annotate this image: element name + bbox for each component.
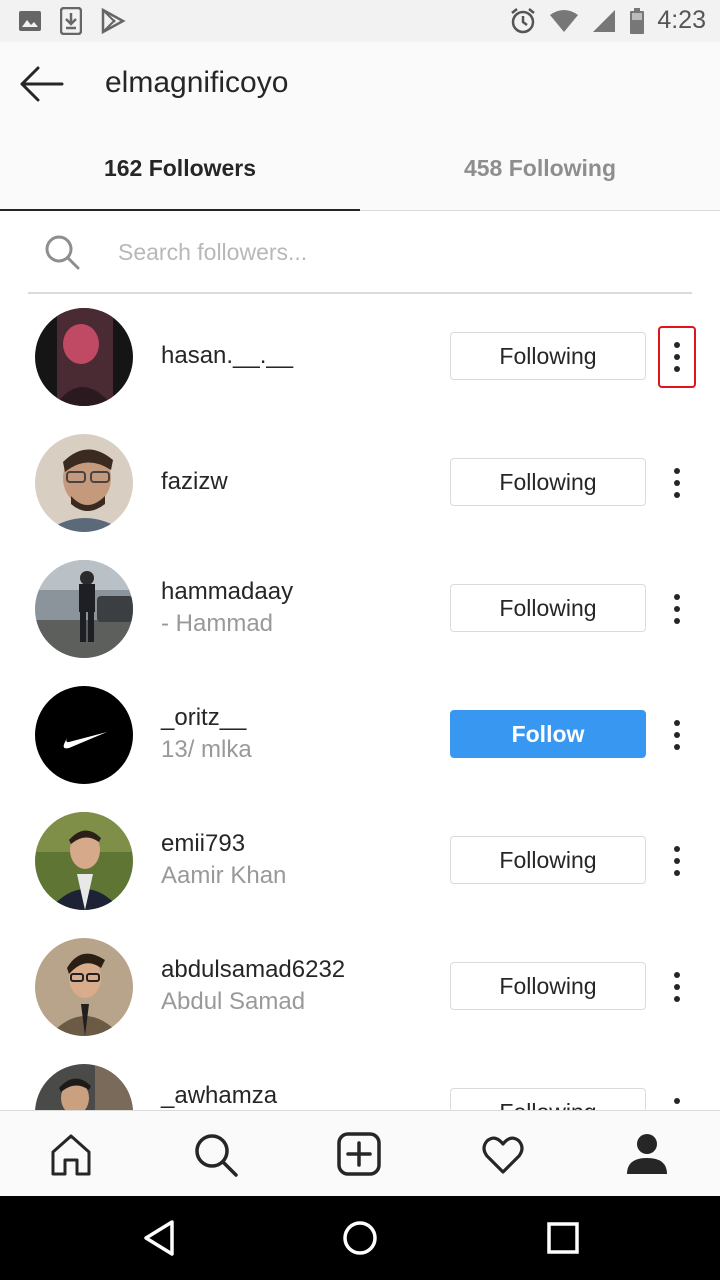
full-name: Aamir Khan [161, 862, 287, 889]
play-store-icon [101, 8, 126, 34]
dot [674, 984, 680, 990]
dot [674, 732, 680, 738]
nav-profile[interactable] [623, 1130, 671, 1178]
dot [674, 846, 680, 852]
tab-following[interactable]: 458 Following [360, 126, 720, 211]
list-item[interactable]: _oritz__ 13/ mlka Follow [0, 672, 720, 798]
list-item[interactable]: hammadaay - Hammad Following [0, 546, 720, 672]
following-button[interactable]: Following [450, 1088, 646, 1110]
list-item[interactable]: abdulsamad6232 Abdul Samad Following [0, 924, 720, 1050]
dot [674, 606, 680, 612]
dot [674, 342, 680, 348]
follow-button[interactable]: Follow [450, 710, 646, 758]
dot [674, 492, 680, 498]
header: elmagnificoyo [0, 42, 720, 126]
tab-followers[interactable]: 162 Followers [0, 126, 360, 211]
avatar[interactable] [35, 560, 133, 658]
home-icon [51, 1134, 91, 1176]
dot [674, 354, 680, 360]
system-home-button[interactable] [340, 1218, 380, 1258]
dot [674, 366, 680, 372]
heart-icon [482, 1136, 524, 1174]
username[interactable]: hammadaay [161, 578, 293, 606]
list-item[interactable]: hasan.__.__ Following [0, 294, 720, 420]
dot [674, 996, 680, 1002]
following-button[interactable]: Following [450, 332, 646, 380]
nav-home[interactable] [47, 1130, 95, 1178]
wifi-icon [550, 9, 579, 32]
triangle-back-icon [144, 1220, 174, 1256]
bottom-nav [0, 1110, 720, 1196]
dot [674, 858, 680, 864]
status-bar: 4:23 [0, 0, 720, 42]
back-arrow-icon [20, 66, 64, 102]
dot [674, 720, 680, 726]
more-options-button[interactable] [658, 452, 696, 514]
avatar[interactable] [35, 308, 133, 406]
username[interactable]: fazizw [161, 468, 228, 496]
nav-activity[interactable] [479, 1130, 527, 1178]
nav-search[interactable] [191, 1130, 239, 1178]
avatar[interactable] [35, 686, 133, 784]
following-button[interactable]: Following [450, 962, 646, 1010]
full-name: Abdul Samad [161, 988, 306, 1015]
alarm-icon [511, 7, 536, 33]
more-options-button[interactable] [658, 704, 696, 766]
username[interactable]: emii793 [161, 830, 245, 858]
list-item[interactable]: emii793 Aamir Khan Following [0, 798, 720, 924]
more-options-button[interactable] [658, 956, 696, 1018]
dot [674, 972, 680, 978]
more-options-button[interactable] [658, 1082, 696, 1110]
username[interactable]: _awhamza [161, 1082, 277, 1110]
dot [674, 468, 680, 474]
search-bar [28, 212, 692, 294]
search-icon [195, 1134, 238, 1177]
following-button[interactable]: Following [450, 458, 646, 506]
back-button[interactable] [18, 62, 64, 106]
profile-icon [627, 1134, 667, 1174]
dot [674, 480, 680, 486]
username[interactable]: _oritz__ [161, 704, 246, 732]
system-nav-bar [0, 1196, 720, 1280]
signal-icon [593, 9, 616, 32]
battery-icon [630, 7, 645, 34]
avatar[interactable] [35, 434, 133, 532]
clock: 4:23 [657, 6, 706, 34]
system-back-button[interactable] [140, 1218, 180, 1258]
full-name: 13/ mlka [161, 736, 252, 763]
following-button[interactable]: Following [450, 584, 646, 632]
username[interactable]: abdulsamad6232 [161, 956, 345, 984]
tab-bar: 162 Followers 458 Following [0, 126, 720, 211]
search-input[interactable] [118, 232, 658, 272]
list-item[interactable]: _awhamza Following [0, 1050, 720, 1110]
list-item[interactable]: fazizw Following [0, 420, 720, 546]
page-title: elmagnificoyo [105, 66, 289, 99]
more-options-button[interactable] [658, 578, 696, 640]
username[interactable]: hasan.__.__ [161, 342, 293, 370]
dot [674, 618, 680, 624]
dot [674, 870, 680, 876]
dot [674, 594, 680, 600]
avatar[interactable] [35, 812, 133, 910]
dot [674, 1098, 680, 1104]
circle-home-icon [343, 1221, 377, 1255]
more-options-button[interactable] [658, 326, 696, 388]
followers-list: hasan.__.__ Following fazizw Following h… [0, 294, 720, 1110]
following-button[interactable]: Following [450, 836, 646, 884]
avatar[interactable] [35, 1064, 133, 1110]
download-icon [60, 7, 82, 35]
full-name: - Hammad [161, 610, 274, 637]
search-icon [45, 235, 80, 270]
system-recents-button[interactable] [543, 1218, 583, 1258]
add-icon [337, 1132, 381, 1176]
avatar[interactable] [35, 938, 133, 1036]
gallery-icon [19, 11, 41, 31]
square-recents-icon [547, 1222, 579, 1254]
nav-add[interactable] [335, 1130, 383, 1178]
more-options-button[interactable] [658, 830, 696, 892]
dot [674, 744, 680, 750]
tab-indicator [0, 209, 360, 211]
